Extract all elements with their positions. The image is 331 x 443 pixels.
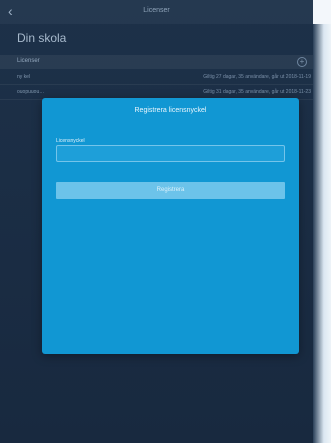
license-name: ouopuuou… bbox=[17, 89, 45, 95]
license-name: ny kel bbox=[17, 74, 31, 80]
licenses-section-header: Licenser + bbox=[0, 55, 313, 69]
background-window-edge bbox=[313, 0, 331, 443]
dialog-title: Registrera licensnyckel bbox=[134, 107, 207, 114]
license-key-label: Licensnyckel bbox=[56, 138, 85, 144]
add-license-icon[interactable]: + bbox=[297, 57, 307, 67]
license-info: Giltig 31 dagar, 35 användare, går ut 20… bbox=[203, 89, 311, 95]
register-button[interactable]: Registrera bbox=[56, 182, 285, 199]
register-license-dialog: Registrera licensnyckel Licensnyckel Reg… bbox=[42, 98, 299, 354]
navigation-bar: ‹ Licenser bbox=[0, 0, 313, 24]
page-title: Din skola bbox=[17, 31, 67, 45]
license-info: Giltig 27 dagar, 35 användare, går ut 20… bbox=[203, 74, 311, 80]
section-label: Licenser bbox=[17, 58, 40, 64]
license-key-input[interactable] bbox=[56, 145, 285, 162]
nav-title: Licenser bbox=[143, 7, 170, 14]
app-background: ‹ Licenser Din skola Licenser + ny kel G… bbox=[0, 0, 331, 443]
license-row[interactable]: ny kel Giltig 27 dagar, 35 användare, gå… bbox=[0, 70, 313, 85]
background-window-top bbox=[313, 0, 331, 24]
